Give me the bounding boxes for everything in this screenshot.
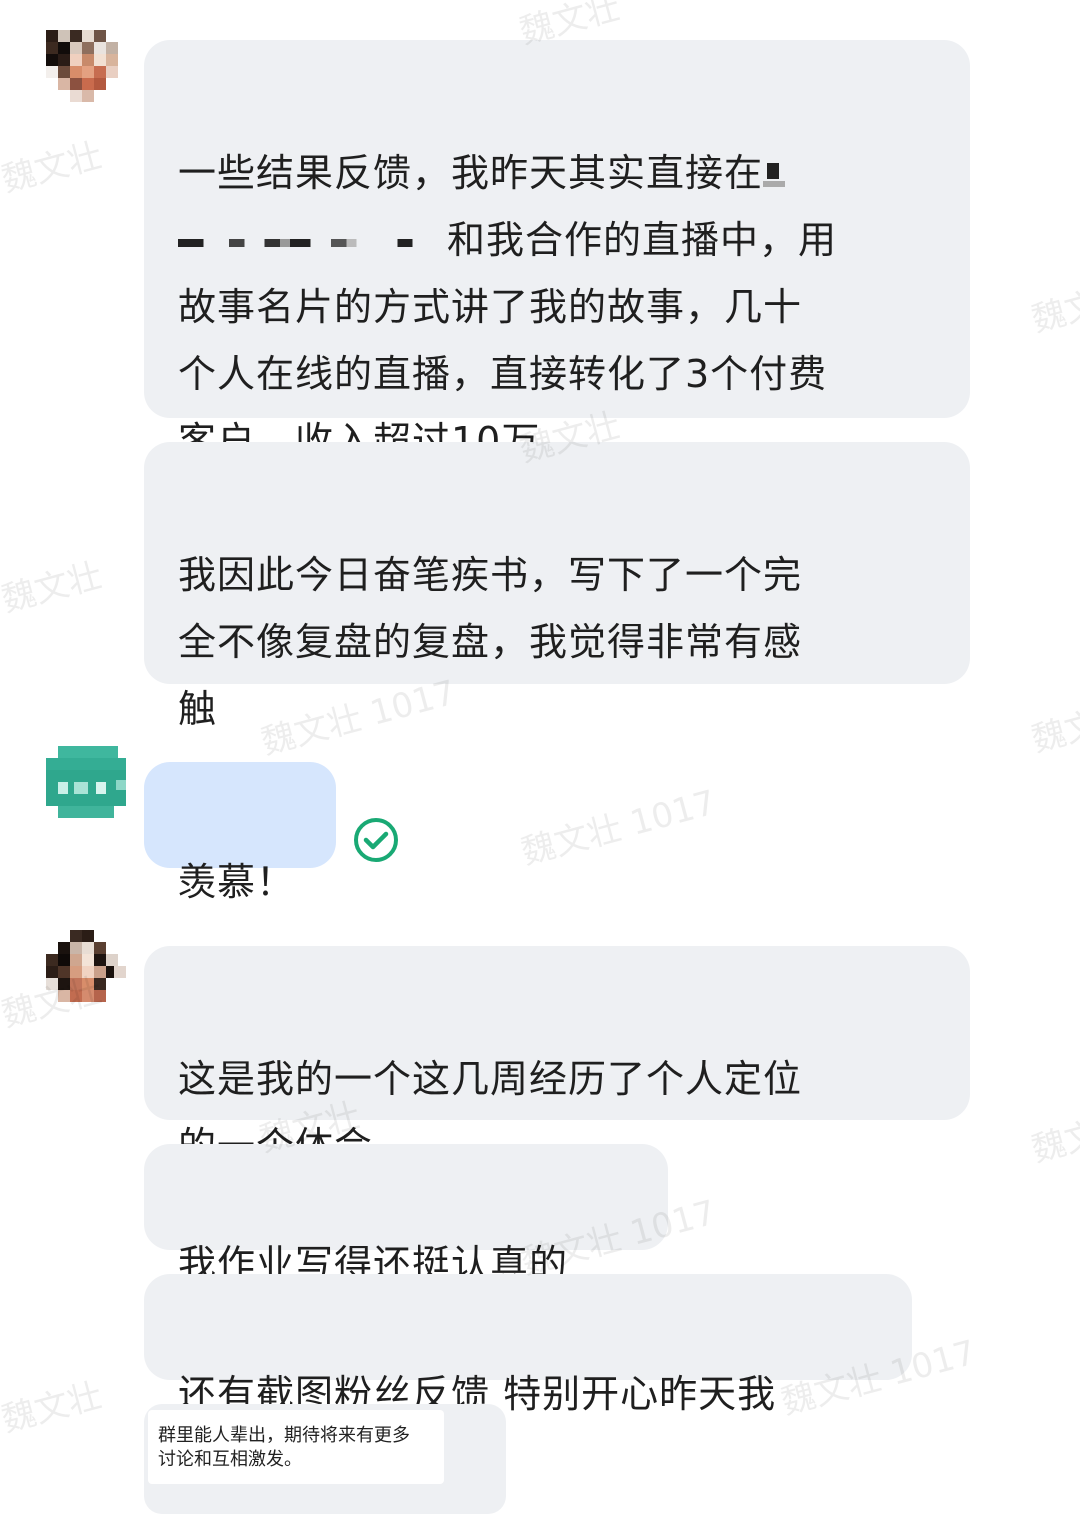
message-text: 一些结果反馈，我昨天其实直接在 [178, 151, 764, 195]
avatar[interactable] [46, 930, 126, 1014]
watermark: 魏文壮 [0, 555, 107, 621]
message-bubble[interactable]: 我因此今日奋笔疾书，写下了一个完 全不像复盘的复盘，我觉得非常有感 触 [144, 442, 970, 731]
check-circle-icon [352, 816, 400, 864]
message-bubble[interactable]: 一些结果反馈，我昨天其实直接在 和我合作的直播中，用 故事名片的方式讲了我的故事，… [144, 40, 970, 463]
avatar[interactable] [46, 30, 118, 102]
message-bubble[interactable]: 羡慕！ [144, 762, 336, 904]
watermark: 魏文壮 1017 [517, 782, 721, 873]
image-message-text: 群里能人辈出，期待将来有更多 讨论和互相激发。 [148, 1410, 444, 1484]
avatar[interactable] [46, 746, 126, 826]
image-message[interactable]: 群里能人辈出，期待将来有更多 讨论和互相激发。 [144, 1404, 506, 1514]
watermark: 魏文壮 [1027, 275, 1080, 341]
watermark: 魏文壮 [1027, 695, 1080, 761]
redacted-text [178, 224, 433, 261]
watermark: 魏文壮 [0, 1375, 107, 1441]
message-text: 羡慕！ [178, 860, 296, 904]
message-bubble[interactable]: 这是我的一个这几周经历了个人定位 的一个体会 [144, 946, 970, 1168]
redacted-text [763, 160, 788, 191]
watermark: 魏文壮 [0, 135, 107, 201]
message-bubble[interactable]: 我作业写得还挺认真的 [144, 1144, 668, 1286]
message-text: 我因此今日奋笔疾书，写下了一个完 全不像复盘的复盘，我觉得非常有感 触 [178, 553, 803, 731]
watermark: 魏文壮 [1027, 1105, 1080, 1171]
message-bubble[interactable]: 还有截图粉丝反馈 特别开心昨天我 [144, 1274, 912, 1416]
